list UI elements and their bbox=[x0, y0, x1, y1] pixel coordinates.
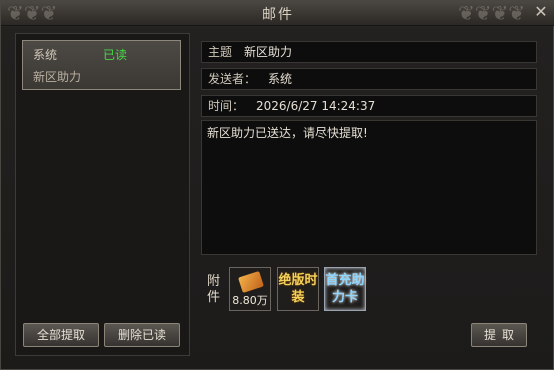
mail-list-item[interactable]: 系统 已读 新区助力 bbox=[22, 40, 181, 90]
subject-field: 主题 新区助力 bbox=[201, 41, 537, 63]
gold-amount: 8.80万 bbox=[232, 294, 268, 307]
attachment-slot-costume[interactable]: 绝版时装 bbox=[277, 267, 319, 311]
sender-label: 发送者： bbox=[208, 72, 257, 86]
time-value: 2026/6/27 14:24:37 bbox=[256, 99, 376, 113]
mail-list: 系统 已读 新区助力 bbox=[15, 33, 190, 356]
sender-value: 系统 bbox=[268, 72, 293, 86]
mail-body: 新区助力已送达，请尽快提取! bbox=[201, 120, 537, 255]
mail-subject: 新区助力 bbox=[33, 70, 82, 84]
attachment-label: 附件 bbox=[207, 274, 221, 305]
claim-button[interactable]: 提取 bbox=[471, 323, 527, 347]
gold-ingot-icon bbox=[238, 270, 264, 294]
sender-field: 发送者： 系统 bbox=[201, 68, 537, 90]
mail-status-badge: 已读 bbox=[103, 48, 128, 62]
window-title: 邮件 bbox=[262, 7, 294, 23]
time-field: 时间： 2026/6/27 14:24:37 bbox=[201, 95, 537, 117]
close-icon[interactable]: ✕ bbox=[533, 4, 549, 20]
claim-all-button[interactable]: 全部提取 bbox=[23, 323, 99, 347]
costume-item-text: 绝版时装 bbox=[278, 273, 318, 305]
subject-value: 新区助力 bbox=[244, 45, 293, 59]
card-item-text: 首充助力卡 bbox=[325, 273, 365, 305]
time-label: 时间： bbox=[208, 99, 245, 113]
attachment-slot-card[interactable]: 首充助力卡 bbox=[324, 267, 366, 311]
mail-window: ❦❦❦ ❦❦❦❦ 邮件 ✕ 系统 已读 新区助力 全部提取 删除已读 主题 新区… bbox=[0, 0, 554, 370]
subject-label: 主题 bbox=[208, 45, 233, 59]
attachment-slot-gold[interactable]: 8.80万 bbox=[229, 267, 271, 311]
title-bar: ❦❦❦ ❦❦❦❦ 邮件 ✕ bbox=[1, 1, 554, 26]
delete-read-button[interactable]: 删除已读 bbox=[104, 323, 180, 347]
mail-sender: 系统 bbox=[33, 48, 58, 62]
